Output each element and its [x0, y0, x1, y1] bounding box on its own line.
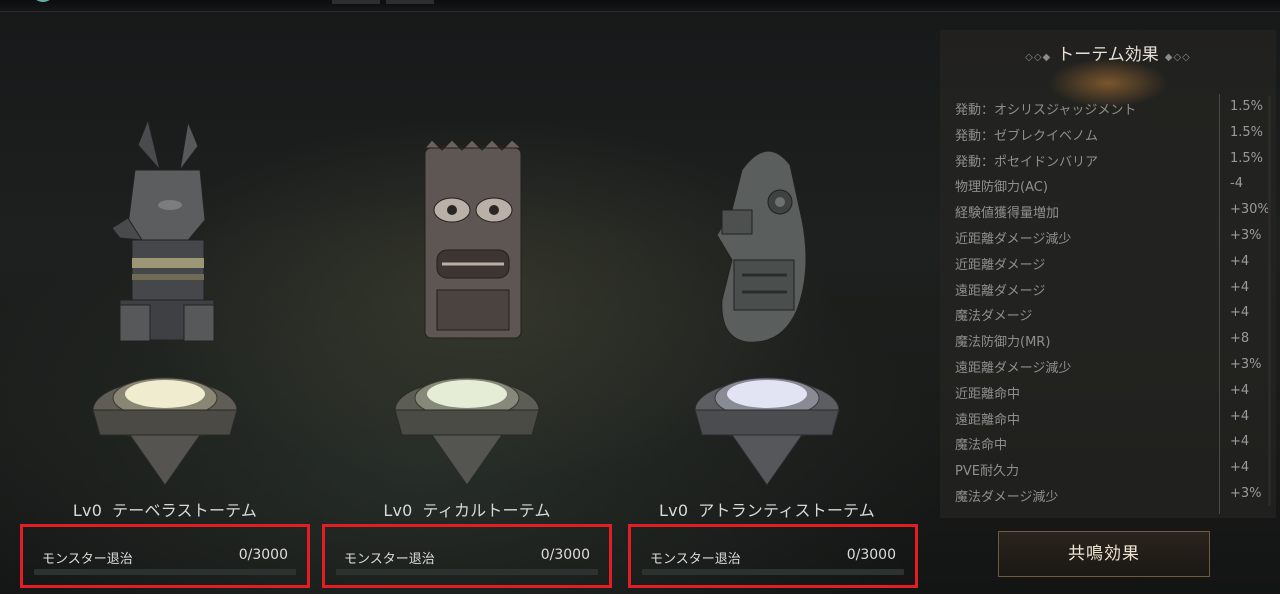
- effect-value: +8: [1230, 331, 1250, 347]
- effect-value: +4: [1230, 305, 1250, 321]
- quest-count: 0/3000: [238, 547, 288, 563]
- effect-value: 1.5%: [1230, 99, 1264, 114]
- effect-name: 物理防御力(AC): [955, 180, 1048, 196]
- quest-count: 0/3000: [846, 547, 896, 563]
- quest-progress-bar: [34, 569, 296, 575]
- effect-row: 発動：ゼブレクイベノム 1.5%: [940, 122, 1276, 148]
- effect-name: 近距離ダメージ減少: [955, 231, 1072, 247]
- totem-level: Lv0: [72, 501, 103, 520]
- effect-value: +30%: [1230, 202, 1270, 218]
- effect-row: 近距離命中 +4: [940, 380, 1276, 406]
- quest-progress-bar: [642, 569, 904, 575]
- effect-value: +4: [1230, 460, 1250, 476]
- totem-name-row: Lv0 ティカルトーテム: [322, 497, 612, 521]
- quest-monster-hunt[interactable]: モンスター退治 0/3000: [628, 524, 918, 588]
- totem-level: Lv0: [383, 501, 413, 520]
- effect-name: 魔法防御力(MR): [955, 335, 1051, 351]
- totem-card-tikal[interactable]: [322, 110, 612, 530]
- effect-name: PVE耐久力: [955, 464, 1019, 480]
- quest-monster-hunt[interactable]: モンスター退治 0/3000: [20, 524, 310, 588]
- effect-name: 魔法命中: [955, 438, 1008, 454]
- top-tab-indicator: [332, 0, 380, 4]
- effect-name: 近距離ダメージ: [955, 257, 1046, 273]
- effect-name: 発動：ゼブレクイベノム: [955, 128, 1099, 144]
- quest-label: モンスター退治: [42, 552, 133, 567]
- effect-name: 遠距離ダメージ減少: [955, 360, 1072, 376]
- effect-value: 1.5%: [1230, 124, 1264, 140]
- effect-row: PVE耐久力 +4: [940, 457, 1276, 483]
- effect-value: +3%: [1230, 485, 1262, 501]
- resonance-effect-button[interactable]: 共鳴効果: [998, 531, 1210, 577]
- effect-row: 近距離ダメージ減少 +3%: [940, 225, 1276, 251]
- effect-value: +4: [1230, 253, 1250, 269]
- effect-name: 近距離命中: [955, 386, 1021, 402]
- effect-row: 発動：オシリスジャッジメント 1.5%: [940, 96, 1276, 122]
- effect-row: 経験値獲得量増加 +30%: [940, 199, 1276, 225]
- panel-title-text: トーテム効果: [1057, 45, 1159, 65]
- totem-name: アトランティストーテム: [698, 501, 875, 520]
- effect-name: 経験値獲得量増加: [955, 206, 1060, 222]
- quest-count: 0/3000: [540, 547, 590, 563]
- top-tab-indicator: [386, 0, 434, 4]
- top-bar: [0, 0, 1280, 12]
- effect-row: 遠距離ダメージ減少 +3%: [940, 354, 1276, 380]
- effect-value: +3%: [1230, 356, 1262, 372]
- effect-list-scrollbar[interactable]: [1268, 96, 1271, 506]
- sea-creature-statue-icon: [694, 150, 840, 486]
- quest-label: モンスター退治: [344, 552, 435, 567]
- effect-row: 遠距離命中 +4: [940, 406, 1276, 432]
- totem-name: テーベラストーテム: [112, 501, 258, 520]
- effect-value: +3%: [1230, 227, 1262, 243]
- anubis-statue-icon: [92, 118, 238, 486]
- effect-row: 魔法ダメージ +4: [940, 302, 1276, 328]
- effect-name: 遠距離ダメージ: [955, 283, 1046, 299]
- diamond-ornament-icon: ◆◇◇: [1164, 52, 1191, 63]
- effect-name: 魔法ダメージ: [955, 309, 1033, 325]
- effect-value: +4: [1230, 382, 1250, 398]
- effect-value: +4: [1230, 408, 1250, 424]
- effect-name: 遠距離命中: [955, 412, 1021, 428]
- totem-level: Lv0: [659, 501, 689, 520]
- effect-row: 近距離ダメージ +4: [940, 251, 1276, 277]
- effect-row: 魔法ダメージ減少 +3%: [940, 483, 1276, 509]
- effect-value: -4: [1230, 176, 1243, 192]
- quest-monster-hunt[interactable]: モンスター退治 0/3000: [322, 524, 612, 588]
- totem-card-thebes[interactable]: [20, 110, 310, 530]
- effect-row: 物理防御力(AC) -4: [940, 173, 1276, 199]
- effect-row: 魔法防御力(MR) +8: [940, 328, 1276, 354]
- quest-label: モンスター退治: [650, 552, 741, 567]
- effect-row: 魔法命中 +4: [940, 431, 1276, 457]
- totem-effects-panel: ◇◇◆ トーテム効果 ◆◇◇ 発動：オシリスジャッジメント 1.5% 発動：ゼブレクイベ…: [940, 30, 1276, 518]
- effect-row: 遠距離ダメージ +4: [940, 277, 1276, 303]
- panel-title: ◇◇◆ トーテム効果 ◆◇◇: [940, 40, 1276, 65]
- emblem-icon: [36, 0, 50, 2]
- effect-name: 発動：ポセイドンバリア: [955, 154, 1099, 170]
- effect-value: +4: [1230, 434, 1250, 450]
- totem-name-row: Lv0 テーベラストーテム: [20, 497, 310, 521]
- totem-name: ティカルトーテム: [422, 501, 551, 520]
- effect-row: 発動：ポセイドンバリア 1.5%: [940, 148, 1276, 174]
- effect-name: 魔法ダメージ減少: [955, 489, 1059, 505]
- effect-name: 発動：オシリスジャッジメント: [955, 103, 1137, 118]
- tiki-mask-icon: [394, 139, 540, 486]
- effect-list[interactable]: 発動：オシリスジャッジメント 1.5% 発動：ゼブレクイベノム 1.5% 発動：ポセイド…: [940, 96, 1276, 518]
- quest-progress-bar: [336, 569, 598, 575]
- totem-card-atlantis[interactable]: [622, 110, 912, 530]
- effect-value: 1.5%: [1230, 150, 1264, 166]
- effect-value: +4: [1230, 279, 1250, 295]
- diamond-ornament-icon: ◇◇◆: [1025, 52, 1052, 63]
- totem-name-row: Lv0 アトランティストーテム: [622, 497, 912, 521]
